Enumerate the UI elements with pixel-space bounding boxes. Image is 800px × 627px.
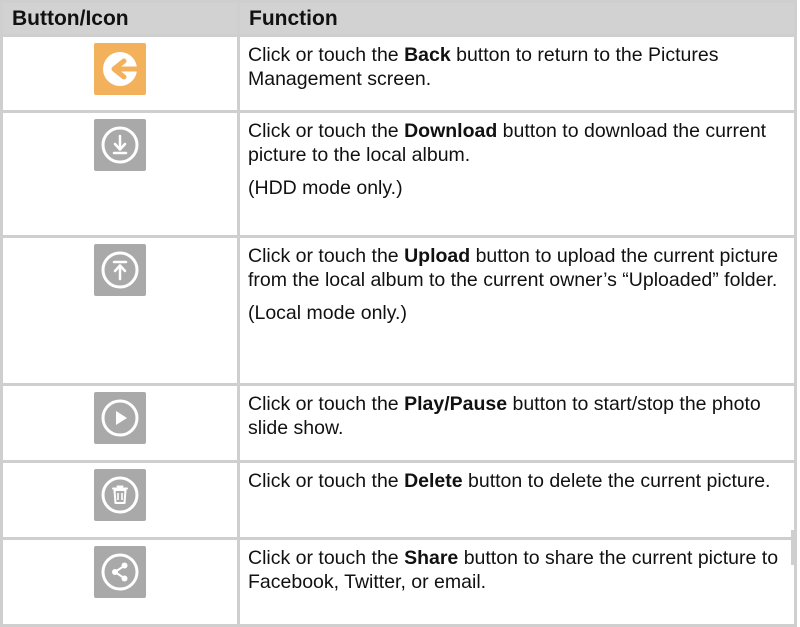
table-row: Click or touch the Share button to share…: [0, 537, 797, 627]
text-pre: Click or touch the: [248, 44, 405, 66]
share-button[interactable]: [94, 546, 146, 598]
button-name: Upload: [404, 245, 471, 267]
icon-cell: [0, 537, 240, 627]
mode-note: (HDD mode only.): [248, 177, 403, 199]
function-cell: Click or touch the Back button to return…: [237, 34, 797, 113]
function-cell: Click or touch the Upload button to uplo…: [237, 235, 797, 386]
text-pre: Click or touch the: [248, 470, 405, 492]
text-pre: Click or touch the: [248, 547, 405, 569]
text-pre: Click or touch the: [248, 120, 405, 142]
upload-icon: [101, 251, 139, 289]
table-row: Click or touch the Upload button to uplo…: [0, 235, 797, 386]
table-border-continuation: [0, 530, 3, 565]
icon-cell: [0, 110, 240, 238]
share-icon: [101, 553, 139, 591]
back-arrow-icon: [103, 52, 140, 86]
icon-cell: [0, 34, 240, 113]
table-row: Click or touch the Back button to return…: [0, 34, 797, 113]
header-function: Function: [237, 0, 797, 37]
button-name: Play/Pause: [404, 393, 508, 415]
button-name: Back: [404, 44, 451, 66]
button-name: Share: [404, 547, 459, 569]
button-function-table: Button/Icon Function Click or touch the …: [0, 0, 797, 627]
play-icon: [101, 399, 139, 437]
download-icon: [101, 126, 139, 164]
table-row: Click or touch the Download button to do…: [0, 110, 797, 238]
function-text: Click or touch the Upload button to uplo…: [248, 244, 786, 292]
delete-icon: [101, 476, 139, 514]
table-border-continuation: [791, 530, 794, 565]
button-name: Download: [404, 120, 498, 142]
function-cell: Click or touch the Share button to share…: [237, 537, 797, 627]
function-text: Click or touch the Back button to return…: [248, 43, 786, 91]
function-cell: Click or touch the Play/Pause button to …: [237, 383, 797, 463]
function-cell: Click or touch the Download button to do…: [237, 110, 797, 238]
mode-note: (Local mode only.): [248, 302, 407, 324]
icon-cell: [0, 235, 240, 386]
header-button-icon: Button/Icon: [0, 0, 240, 37]
function-cell: Click or touch the Delete button to dele…: [237, 460, 797, 540]
back-button[interactable]: [94, 43, 146, 95]
icon-cell: [0, 383, 240, 463]
table-row: Click or touch the Delete button to dele…: [0, 460, 797, 540]
play-pause-button[interactable]: [94, 392, 146, 444]
function-text: Click or touch the Download button to do…: [248, 119, 786, 167]
table-header-row: Button/Icon Function: [0, 0, 797, 37]
table-row: Click or touch the Play/Pause button to …: [0, 383, 797, 463]
download-button[interactable]: [94, 119, 146, 171]
table-border-continuation: [237, 530, 240, 565]
delete-button[interactable]: [94, 469, 146, 521]
function-text: Click or touch the Delete button to dele…: [248, 469, 786, 493]
function-text: Click or touch the Share button to share…: [248, 546, 786, 594]
button-name: Delete: [404, 470, 463, 492]
text-pre: Click or touch the: [248, 393, 405, 415]
icon-cell: [0, 460, 240, 540]
text-post: button to delete the current picture.: [462, 470, 771, 492]
text-pre: Click or touch the: [248, 245, 405, 267]
upload-button[interactable]: [94, 244, 146, 296]
function-text: Click or touch the Play/Pause button to …: [248, 392, 786, 440]
